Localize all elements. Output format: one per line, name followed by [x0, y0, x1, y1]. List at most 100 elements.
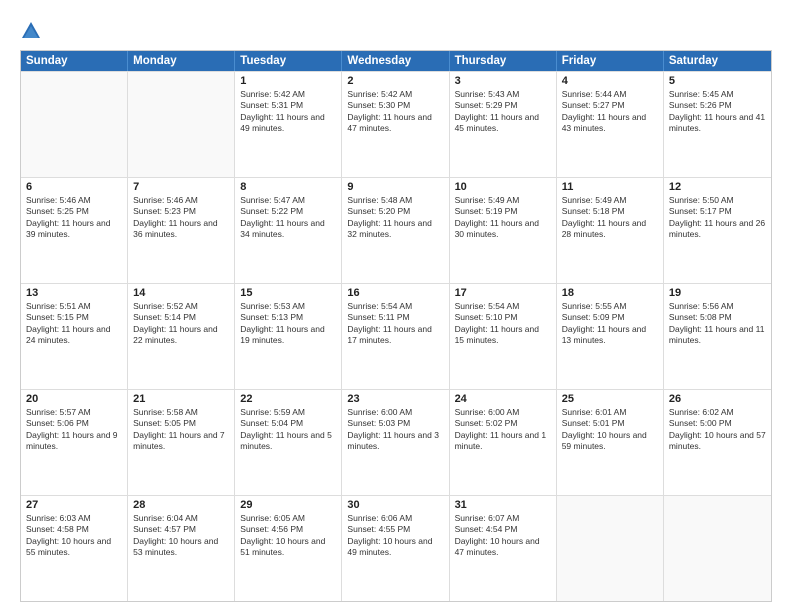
calendar-week-4: 20 Sunrise: 5:57 AM Sunset: 5:06 PM Dayli… [21, 389, 771, 495]
calendar-day-31: 31 Sunrise: 6:07 AM Sunset: 4:54 PM Dayli… [450, 496, 557, 601]
calendar-day-empty [128, 72, 235, 177]
calendar-day-empty [664, 496, 771, 601]
calendar-day-8: 8 Sunrise: 5:47 AM Sunset: 5:22 PM Daylig… [235, 178, 342, 283]
day-info: Sunrise: 5:58 AM Sunset: 5:05 PM Dayligh… [133, 407, 229, 453]
day-info: Sunrise: 6:03 AM Sunset: 4:58 PM Dayligh… [26, 513, 122, 559]
calendar-day-25: 25 Sunrise: 6:01 AM Sunset: 5:01 PM Dayli… [557, 390, 664, 495]
day-number: 15 [240, 287, 336, 299]
day-number: 25 [562, 393, 658, 405]
day-header-wednesday: Wednesday [342, 51, 449, 71]
day-number: 4 [562, 75, 658, 87]
calendar-day-29: 29Sunrise: 6:05 AM Sunset: 4:56 PM Dayli… [235, 496, 342, 601]
calendar-page: SundayMondayTuesdayWednesdayThursdayFrid… [0, 0, 792, 612]
day-info: Sunrise: 5:59 AM Sunset: 5:04 PM Dayligh… [240, 407, 336, 453]
day-info: Sunrise: 5:42 AM Sunset: 5:30 PM Dayligh… [347, 89, 443, 135]
day-info: Sunrise: 5:54 AM Sunset: 5:11 PM Dayligh… [347, 301, 443, 347]
day-info: Sunrise: 5:43 AM Sunset: 5:29 PM Dayligh… [455, 89, 551, 135]
calendar-day-10: 10Sunrise: 5:49 AM Sunset: 5:19 PM Dayli… [450, 178, 557, 283]
calendar-day-28: 28 Sunrise: 6:04 AM Sunset: 4:57 PM Dayli… [128, 496, 235, 601]
day-number: 22 [240, 393, 336, 405]
day-number: 26 [669, 393, 766, 405]
calendar-day-7: 7 Sunrise: 5:46 AM Sunset: 5:23 PM Daylig… [128, 178, 235, 283]
calendar-body: 1Sunrise: 5:42 AM Sunset: 5:31 PM Daylig… [21, 71, 771, 601]
day-number: 31 [455, 499, 551, 511]
day-number: 23 [347, 393, 443, 405]
day-info: Sunrise: 5:56 AM Sunset: 5:08 PM Dayligh… [669, 301, 766, 347]
day-header-friday: Friday [557, 51, 664, 71]
day-info: Sunrise: 5:46 AM Sunset: 5:23 PM Dayligh… [133, 195, 229, 241]
day-number: 18 [562, 287, 658, 299]
day-number: 19 [669, 287, 766, 299]
calendar-week-2: 6Sunrise: 5:46 AM Sunset: 5:25 PM Daylig… [21, 177, 771, 283]
day-info: Sunrise: 5:49 AM Sunset: 5:18 PM Dayligh… [562, 195, 658, 241]
day-number: 24 [455, 393, 551, 405]
calendar-day-23: 23 Sunrise: 6:00 AM Sunset: 5:03 PM Dayli… [342, 390, 449, 495]
calendar-day-14: 14Sunrise: 5:52 AM Sunset: 5:14 PM Dayli… [128, 284, 235, 389]
day-number: 12 [669, 181, 766, 193]
day-info: Sunrise: 5:48 AM Sunset: 5:20 PM Dayligh… [347, 195, 443, 241]
day-info: Sunrise: 5:47 AM Sunset: 5:22 PM Dayligh… [240, 195, 336, 241]
calendar-day-21: 21 Sunrise: 5:58 AM Sunset: 5:05 PM Dayli… [128, 390, 235, 495]
logo-icon [20, 20, 42, 42]
calendar-day-6: 6Sunrise: 5:46 AM Sunset: 5:25 PM Daylig… [21, 178, 128, 283]
day-info: Sunrise: 6:06 AM Sunset: 4:55 PM Dayligh… [347, 513, 443, 559]
day-info: Sunrise: 5:57 AM Sunset: 5:06 PM Dayligh… [26, 407, 122, 453]
day-header-monday: Monday [128, 51, 235, 71]
day-info: Sunrise: 6:01 AM Sunset: 5:01 PM Dayligh… [562, 407, 658, 453]
day-number: 10 [455, 181, 551, 193]
calendar-day-5: 5Sunrise: 5:45 AM Sunset: 5:26 PM Daylig… [664, 72, 771, 177]
day-info: Sunrise: 6:05 AM Sunset: 4:56 PM Dayligh… [240, 513, 336, 559]
day-info: Sunrise: 5:51 AM Sunset: 5:15 PM Dayligh… [26, 301, 122, 347]
day-info: Sunrise: 5:44 AM Sunset: 5:27 PM Dayligh… [562, 89, 658, 135]
day-info: Sunrise: 5:54 AM Sunset: 5:10 PM Dayligh… [455, 301, 551, 347]
calendar-week-5: 27 Sunrise: 6:03 AM Sunset: 4:58 PM Dayli… [21, 495, 771, 601]
day-number: 17 [455, 287, 551, 299]
day-number: 2 [347, 75, 443, 87]
day-info: Sunrise: 5:46 AM Sunset: 5:25 PM Dayligh… [26, 195, 122, 241]
calendar-day-11: 11 Sunrise: 5:49 AM Sunset: 5:18 PM Dayli… [557, 178, 664, 283]
day-info: Sunrise: 5:53 AM Sunset: 5:13 PM Dayligh… [240, 301, 336, 347]
calendar-day-16: 16 Sunrise: 5:54 AM Sunset: 5:11 PM Dayli… [342, 284, 449, 389]
calendar-day-4: 4 Sunrise: 5:44 AM Sunset: 5:27 PM Daylig… [557, 72, 664, 177]
day-number: 13 [26, 287, 122, 299]
calendar-day-13: 13 Sunrise: 5:51 AM Sunset: 5:15 PM Dayli… [21, 284, 128, 389]
logo [20, 20, 44, 42]
calendar-day-3: 3 Sunrise: 5:43 AM Sunset: 5:29 PM Daylig… [450, 72, 557, 177]
calendar-day-15: 15 Sunrise: 5:53 AM Sunset: 5:13 PM Dayli… [235, 284, 342, 389]
calendar-day-27: 27 Sunrise: 6:03 AM Sunset: 4:58 PM Dayli… [21, 496, 128, 601]
calendar-day-17: 17 Sunrise: 5:54 AM Sunset: 5:10 PM Dayli… [450, 284, 557, 389]
day-number: 21 [133, 393, 229, 405]
calendar-day-30: 30Sunrise: 6:06 AM Sunset: 4:55 PM Dayli… [342, 496, 449, 601]
calendar-header-row: SundayMondayTuesdayWednesdayThursdayFrid… [21, 51, 771, 71]
day-info: Sunrise: 5:42 AM Sunset: 5:31 PM Dayligh… [240, 89, 336, 135]
calendar: SundayMondayTuesdayWednesdayThursdayFrid… [20, 50, 772, 602]
day-number: 16 [347, 287, 443, 299]
day-info: Sunrise: 6:04 AM Sunset: 4:57 PM Dayligh… [133, 513, 229, 559]
calendar-week-1: 1Sunrise: 5:42 AM Sunset: 5:31 PM Daylig… [21, 71, 771, 177]
calendar-day-20: 20 Sunrise: 5:57 AM Sunset: 5:06 PM Dayli… [21, 390, 128, 495]
day-info: Sunrise: 6:07 AM Sunset: 4:54 PM Dayligh… [455, 513, 551, 559]
day-header-tuesday: Tuesday [235, 51, 342, 71]
day-number: 9 [347, 181, 443, 193]
day-info: Sunrise: 6:00 AM Sunset: 5:03 PM Dayligh… [347, 407, 443, 453]
calendar-day-19: 19 Sunrise: 5:56 AM Sunset: 5:08 PM Dayli… [664, 284, 771, 389]
day-number: 20 [26, 393, 122, 405]
calendar-day-empty [557, 496, 664, 601]
calendar-week-3: 13 Sunrise: 5:51 AM Sunset: 5:15 PM Dayli… [21, 283, 771, 389]
calendar-day-9: 9 Sunrise: 5:48 AM Sunset: 5:20 PM Daylig… [342, 178, 449, 283]
calendar-day-24: 24 Sunrise: 6:00 AM Sunset: 5:02 PM Dayli… [450, 390, 557, 495]
day-header-saturday: Saturday [664, 51, 771, 71]
day-info: Sunrise: 6:00 AM Sunset: 5:02 PM Dayligh… [455, 407, 551, 453]
day-number: 27 [26, 499, 122, 511]
day-number: 28 [133, 499, 229, 511]
day-info: Sunrise: 5:55 AM Sunset: 5:09 PM Dayligh… [562, 301, 658, 347]
day-number: 11 [562, 181, 658, 193]
day-info: Sunrise: 5:45 AM Sunset: 5:26 PM Dayligh… [669, 89, 766, 135]
calendar-day-12: 12Sunrise: 5:50 AM Sunset: 5:17 PM Dayli… [664, 178, 771, 283]
day-header-sunday: Sunday [21, 51, 128, 71]
calendar-day-1: 1Sunrise: 5:42 AM Sunset: 5:31 PM Daylig… [235, 72, 342, 177]
day-number: 7 [133, 181, 229, 193]
day-number: 3 [455, 75, 551, 87]
calendar-day-2: 2 Sunrise: 5:42 AM Sunset: 5:30 PM Daylig… [342, 72, 449, 177]
day-number: 8 [240, 181, 336, 193]
